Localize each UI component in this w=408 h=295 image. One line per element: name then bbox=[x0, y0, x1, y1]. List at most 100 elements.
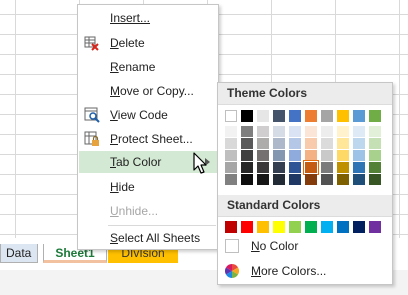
standard-color-swatch[interactable] bbox=[257, 221, 269, 233]
menu-item-label: Hide bbox=[110, 180, 135, 194]
theme-color-swatch[interactable] bbox=[289, 150, 301, 161]
theme-color-swatch[interactable] bbox=[289, 126, 301, 137]
theme-color-swatch[interactable] bbox=[289, 138, 301, 149]
theme-color-swatch[interactable] bbox=[225, 110, 237, 122]
menu-item-insert[interactable]: Insert... bbox=[79, 7, 218, 29]
theme-color-swatch[interactable] bbox=[337, 110, 349, 122]
theme-color-swatch[interactable] bbox=[225, 138, 237, 149]
theme-color-swatch[interactable] bbox=[289, 110, 301, 122]
theme-color-swatch[interactable] bbox=[241, 138, 253, 149]
theme-color-swatch[interactable] bbox=[305, 126, 317, 137]
theme-color-swatch[interactable] bbox=[337, 150, 349, 161]
theme-color-swatch[interactable] bbox=[369, 138, 381, 149]
theme-color-swatch[interactable] bbox=[321, 110, 333, 122]
standard-color-swatch[interactable] bbox=[289, 221, 301, 233]
no-color-label: No Color bbox=[251, 239, 299, 253]
theme-color-swatch[interactable] bbox=[305, 174, 317, 185]
theme-color-swatch[interactable] bbox=[225, 174, 237, 185]
theme-color-swatch[interactable] bbox=[321, 138, 333, 149]
theme-color-swatch[interactable] bbox=[353, 138, 365, 149]
standard-color-swatch[interactable] bbox=[241, 221, 253, 233]
theme-color-swatch[interactable] bbox=[273, 150, 285, 161]
theme-color-swatch[interactable] bbox=[225, 150, 237, 161]
menu-item-label: Delete bbox=[110, 36, 145, 50]
theme-color-swatch[interactable] bbox=[321, 174, 333, 185]
standard-color-swatch[interactable] bbox=[273, 221, 285, 233]
theme-color-swatch[interactable] bbox=[305, 110, 317, 122]
theme-color-swatch[interactable] bbox=[273, 174, 285, 185]
theme-color-swatch[interactable] bbox=[225, 126, 237, 137]
sheet-tab-context-menu: Insert... Delete Rename Move or Copy... … bbox=[77, 4, 219, 250]
theme-color-swatch[interactable] bbox=[257, 138, 269, 149]
theme-color-swatch[interactable] bbox=[257, 110, 269, 122]
protect-sheet-icon bbox=[84, 131, 99, 146]
mouse-pointer-icon bbox=[193, 152, 207, 174]
more-colors-option[interactable]: More Colors... bbox=[218, 260, 392, 282]
menu-item-move-or-copy[interactable]: Move or Copy... bbox=[79, 80, 218, 102]
theme-color-swatch[interactable] bbox=[289, 174, 301, 185]
theme-color-swatch[interactable] bbox=[321, 162, 333, 173]
theme-color-swatch[interactable] bbox=[369, 162, 381, 173]
no-color-icon bbox=[225, 239, 239, 253]
menu-item-label: Insert... bbox=[110, 11, 151, 25]
theme-color-swatch[interactable] bbox=[305, 138, 317, 149]
theme-color-swatch[interactable] bbox=[369, 174, 381, 185]
menu-separator bbox=[108, 225, 216, 226]
theme-color-swatch[interactable] bbox=[305, 150, 317, 161]
theme-color-swatch[interactable] bbox=[337, 126, 349, 137]
menu-item-label: Tab Color bbox=[110, 155, 162, 169]
theme-color-swatch[interactable] bbox=[241, 150, 253, 161]
standard-color-swatch[interactable] bbox=[337, 221, 349, 233]
theme-color-swatch[interactable] bbox=[337, 174, 349, 185]
standard-color-swatch[interactable] bbox=[321, 221, 333, 233]
theme-color-swatch[interactable] bbox=[257, 150, 269, 161]
menu-item-view-code[interactable]: View Code bbox=[79, 104, 218, 126]
delete-sheet-icon bbox=[84, 36, 99, 51]
theme-color-swatch[interactable] bbox=[321, 126, 333, 137]
theme-color-swatch[interactable] bbox=[369, 126, 381, 137]
theme-color-swatch[interactable] bbox=[353, 174, 365, 185]
menu-item-rename[interactable]: Rename bbox=[79, 56, 218, 78]
theme-color-swatch[interactable] bbox=[257, 162, 269, 173]
standard-color-swatch[interactable] bbox=[225, 221, 237, 233]
tab-color-submenu: Theme Colors Standard Colors No Color Mo… bbox=[217, 82, 393, 285]
theme-color-swatch[interactable] bbox=[257, 126, 269, 137]
theme-color-swatch[interactable] bbox=[353, 126, 365, 137]
menu-item-hide[interactable]: Hide bbox=[79, 176, 218, 198]
standard-color-swatch[interactable] bbox=[305, 221, 317, 233]
theme-color-swatch[interactable] bbox=[369, 150, 381, 161]
theme-color-swatch[interactable] bbox=[303, 160, 319, 175]
no-color-option[interactable]: No Color bbox=[218, 235, 392, 257]
theme-color-swatch[interactable] bbox=[353, 150, 365, 161]
theme-color-swatch[interactable] bbox=[369, 110, 381, 122]
standard-color-swatch[interactable] bbox=[353, 221, 365, 233]
theme-color-swatch[interactable] bbox=[273, 162, 285, 173]
standard-colors-header: Standard Colors bbox=[218, 195, 392, 217]
theme-color-swatch[interactable] bbox=[241, 110, 253, 122]
theme-color-swatch[interactable] bbox=[273, 138, 285, 149]
menu-item-protect-sheet[interactable]: Protect Sheet... bbox=[79, 128, 218, 150]
theme-color-swatch[interactable] bbox=[225, 162, 237, 173]
theme-color-swatch[interactable] bbox=[241, 126, 253, 137]
theme-color-swatch[interactable] bbox=[321, 150, 333, 161]
sheet-tab-data[interactable]: Data bbox=[0, 244, 38, 263]
theme-color-swatch[interactable] bbox=[353, 162, 365, 173]
theme-color-swatch[interactable] bbox=[289, 162, 301, 173]
theme-color-swatch[interactable] bbox=[353, 110, 365, 122]
theme-color-swatch[interactable] bbox=[257, 174, 269, 185]
standard-colors-title: Standard Colors bbox=[227, 198, 321, 212]
theme-color-swatch[interactable] bbox=[273, 110, 285, 122]
theme-color-swatch[interactable] bbox=[337, 162, 349, 173]
theme-color-swatch[interactable] bbox=[337, 138, 349, 149]
menu-item-select-all-sheets[interactable]: Select All Sheets bbox=[79, 227, 218, 249]
theme-color-swatch[interactable] bbox=[241, 162, 253, 173]
standard-color-swatch[interactable] bbox=[369, 221, 381, 233]
menu-item-label: Unhide... bbox=[110, 204, 159, 218]
more-colors-label: More Colors... bbox=[251, 264, 327, 278]
menu-item-label: View Code bbox=[110, 108, 168, 122]
theme-color-swatch[interactable] bbox=[273, 126, 285, 137]
theme-colors-header: Theme Colors bbox=[218, 83, 392, 105]
menu-item-label: Rename bbox=[110, 60, 156, 74]
theme-color-swatch[interactable] bbox=[241, 174, 253, 185]
menu-item-delete[interactable]: Delete bbox=[79, 32, 218, 54]
